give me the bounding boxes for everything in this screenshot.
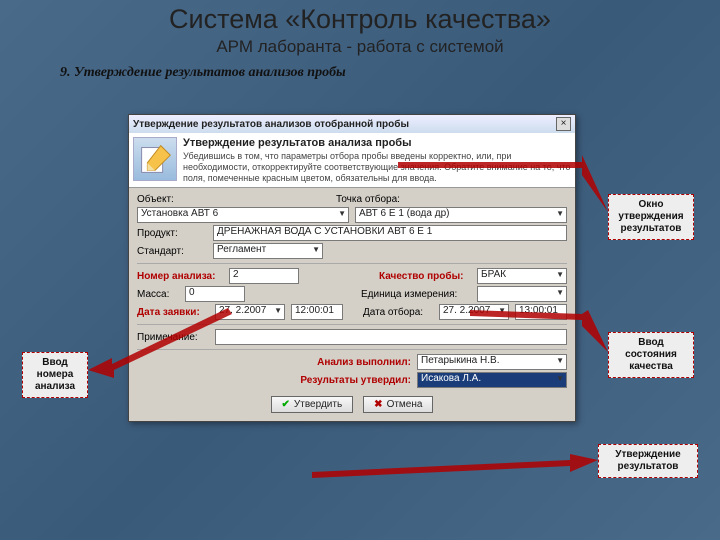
point-select[interactable]: АВТ 6 Е 1 (вода др) [355,207,567,223]
header-title: Утверждение результатов анализа пробы [183,137,571,149]
object-select[interactable]: Установка АВТ 6 [137,207,349,223]
approved-label: Результаты утвердил: [293,375,411,386]
titlebar: Утверждение результатов анализов отобран… [129,115,575,133]
point-label: Точка отбора: [336,194,444,205]
standard-label: Стандарт: [137,246,207,257]
slide-step: 9. Утверждение результатов анализов проб… [60,65,720,81]
callout-analysis-num: Ввод номера анализа [22,352,88,398]
cancel-button[interactable]: ✖ Отмена [363,396,433,413]
mass-label: Масса: [137,289,179,300]
product-label: Продукт: [137,228,207,239]
unit-label: Единица измерения: [361,289,471,300]
approve-button-label: Утвердить [294,399,342,410]
check-icon: ✔ [282,399,290,410]
performed-select[interactable]: Петарыкина Н.В. [417,354,567,370]
quality-label: Качество пробы: [379,271,471,282]
cancel-button-label: Отмена [387,399,423,410]
callout-approve: Утверждение результатов [598,444,698,478]
mass-input[interactable]: 0 [185,286,245,302]
approved-select[interactable]: Исакова Л.А. [417,372,567,388]
note-input[interactable] [215,329,567,345]
date-request-label: Дата заявки: [137,307,209,318]
x-icon: ✖ [374,399,382,410]
date-request-time[interactable]: 12:00:01 [291,304,343,320]
quality-select[interactable]: БРАК [477,268,567,284]
dialog-body: Объект: Точка отбора: Установка АВТ 6 АВ… [129,188,575,421]
dialog-window: Утверждение результатов анализов отобран… [128,114,576,422]
edit-icon [133,137,177,181]
standard-select[interactable]: Регламент [213,243,323,259]
product-select[interactable]: ДРЕНАЖНАЯ ВОДА С УСТАНОВКИ АВТ 6 Е 1 [213,225,567,241]
arrow-approve [312,454,598,478]
performed-label: Анализ выполнил: [307,357,411,368]
date-sample-label: Дата отбора: [363,307,433,318]
callout-window: Окно утверждения результатов [608,194,694,240]
header-band: Утверждение результатов анализа пробы Уб… [129,133,575,188]
date-request-date[interactable]: 27. 2.2007 [215,304,285,320]
date-sample-date[interactable]: 27. 2.2007 [439,304,509,320]
analysis-num-input[interactable]: 2 [229,268,299,284]
object-label: Объект: [137,194,207,205]
date-sample-time[interactable]: 13:00:01 [515,304,567,320]
approve-button[interactable]: ✔ Утвердить [271,396,354,413]
window-title: Утверждение результатов анализов отобран… [133,119,409,130]
close-icon[interactable]: × [556,117,571,131]
unit-select[interactable] [477,286,567,302]
callout-quality: Ввод состояния качества [608,332,694,378]
header-desc: Убедившись в том, что параметры отбора п… [183,151,571,183]
slide-subtitle: АРМ лаборанта - работа с системой [0,37,720,57]
note-label: Примечание: [137,332,209,343]
analysis-num-label: Номер анализа: [137,271,223,282]
slide-title: Система «Контроль качества» [0,0,720,35]
